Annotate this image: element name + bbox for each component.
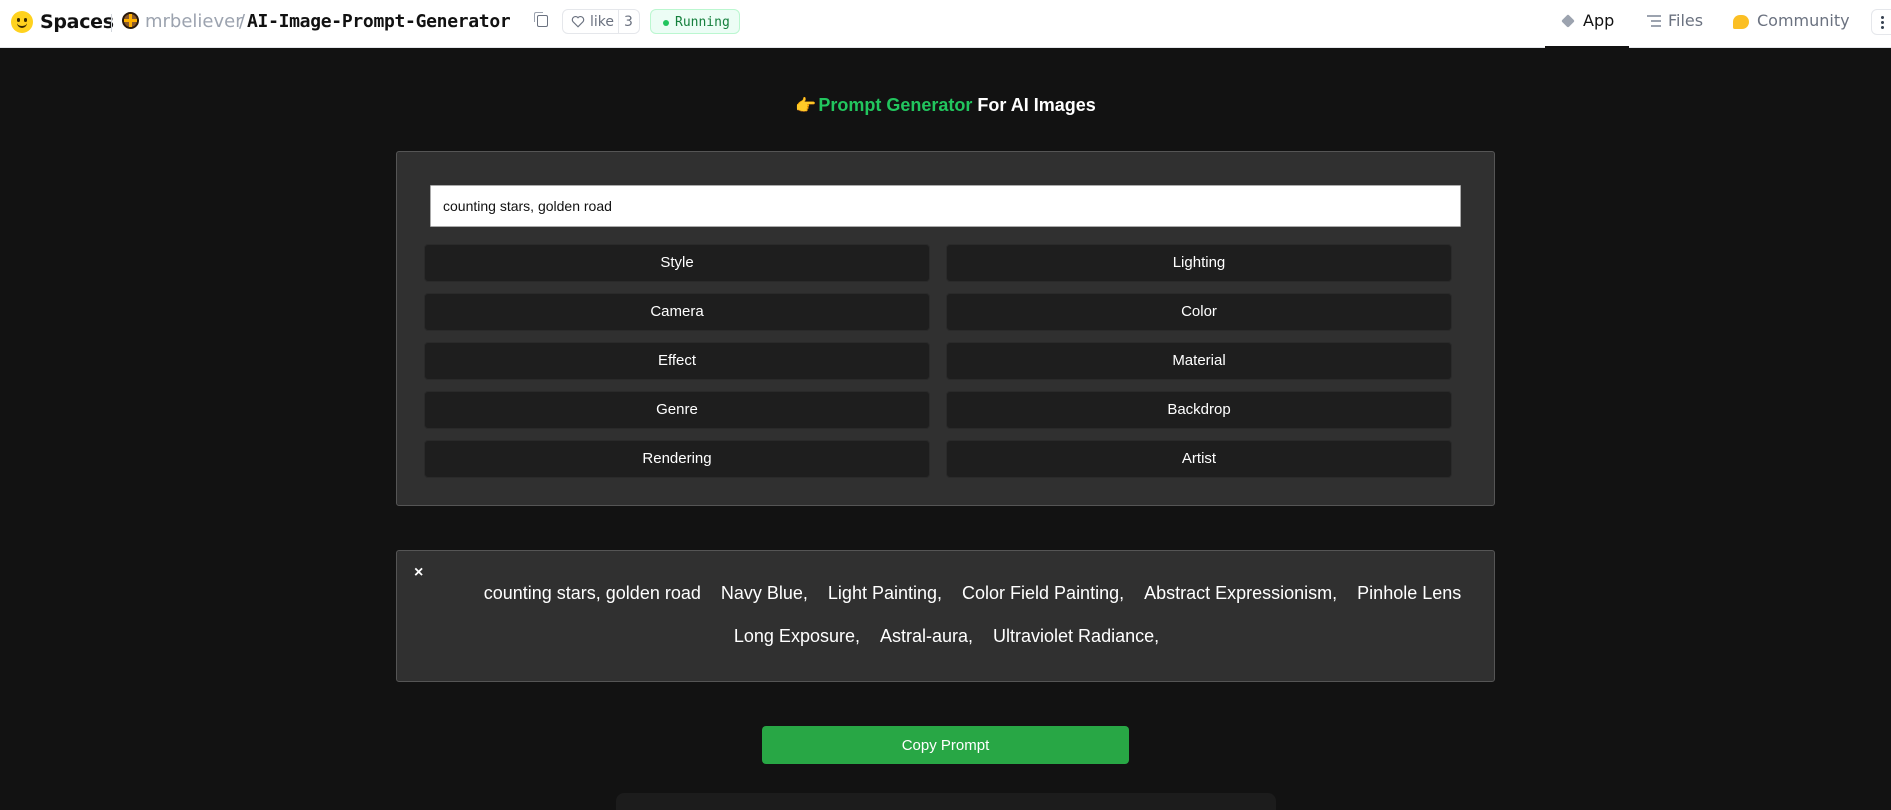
- pointing-hand-icon: 👉: [795, 96, 817, 115]
- spaces-link[interactable]: Spaces: [40, 11, 114, 33]
- tab-app-label: App: [1583, 11, 1615, 30]
- prompt-fragment: Pinhole Lens: [1357, 583, 1462, 603]
- close-icon[interactable]: ×: [414, 564, 423, 582]
- path-separator: /: [239, 11, 246, 32]
- prompt-line-2: Long Exposure, Astral-aura, Ultraviolet Ra…: [397, 626, 1496, 647]
- like-button[interactable]: like 3: [562, 9, 640, 34]
- bottom-panel: [616, 793, 1276, 810]
- files-icon: [1647, 15, 1661, 27]
- camera-button[interactable]: Camera: [424, 293, 930, 331]
- tab-app[interactable]: App: [1545, 0, 1629, 48]
- effect-button[interactable]: Effect: [424, 342, 930, 380]
- status-badge[interactable]: Running: [650, 9, 740, 34]
- prompt-fragment: Light Painting,: [827, 583, 943, 603]
- community-icon: [1733, 15, 1749, 29]
- prompt-fragment: Color Field Painting,: [962, 583, 1125, 603]
- heart-icon: [571, 15, 585, 28]
- like-label: like: [590, 14, 615, 30]
- generator-panel: Style Lighting Camera Color Effect Mater…: [396, 151, 1495, 506]
- prompt-input[interactable]: [430, 185, 1461, 227]
- top-nav-bar: Spaces mrbeliever / AI-Image-Prompt-Gene…: [0, 0, 1891, 48]
- tab-community-label: Community: [1757, 11, 1850, 30]
- prompt-fragment: Navy Blue,: [720, 583, 808, 603]
- color-button[interactable]: Color: [946, 293, 1452, 331]
- owner-link[interactable]: mrbeliever: [145, 11, 243, 32]
- owner-avatar[interactable]: [122, 12, 139, 29]
- material-button[interactable]: Material: [946, 342, 1452, 380]
- title-highlight: Prompt Generator: [818, 95, 973, 115]
- lighting-button[interactable]: Lighting: [946, 244, 1452, 282]
- prompt-fragment: Ultraviolet Radiance,: [993, 626, 1160, 646]
- prompt-fragment: Astral-aura,: [879, 626, 974, 646]
- divider: [111, 14, 112, 32]
- page-title: 👉 Prompt Generator For AI Images: [0, 95, 1891, 116]
- like-divider: [618, 10, 619, 33]
- tab-files[interactable]: Files: [1644, 0, 1728, 48]
- artist-button[interactable]: Artist: [946, 440, 1452, 478]
- like-count[interactable]: 3: [624, 14, 633, 30]
- title-rest: For AI Images: [972, 95, 1096, 115]
- rendering-button[interactable]: Rendering: [424, 440, 930, 478]
- tab-community[interactable]: Community: [1730, 0, 1850, 48]
- prompt-fragment: Abstract Expressionism,: [1144, 583, 1338, 603]
- prompt-fragment: counting stars, golden road: [483, 583, 701, 603]
- prompt-fragment: Long Exposure,: [733, 626, 860, 646]
- tab-files-label: Files: [1668, 11, 1704, 30]
- cube-icon: [1561, 14, 1575, 28]
- more-options-icon[interactable]: [1871, 9, 1891, 35]
- status-dot-icon: [663, 20, 669, 26]
- space-name-link[interactable]: AI-Image-Prompt-Generator: [247, 11, 511, 32]
- generated-prompt-box: × counting stars, golden road Navy Blue, L…: [396, 550, 1495, 682]
- backdrop-button[interactable]: Backdrop: [946, 391, 1452, 429]
- copy-icon[interactable]: [534, 12, 548, 27]
- copy-prompt-button[interactable]: Copy Prompt: [762, 726, 1129, 764]
- status-text: Running: [675, 15, 730, 30]
- genre-button[interactable]: Genre: [424, 391, 930, 429]
- prompt-line-1: counting stars, golden road Navy Blue, Lig…: [423, 583, 1522, 604]
- hugging-face-logo-icon[interactable]: [11, 11, 33, 33]
- style-button[interactable]: Style: [424, 244, 930, 282]
